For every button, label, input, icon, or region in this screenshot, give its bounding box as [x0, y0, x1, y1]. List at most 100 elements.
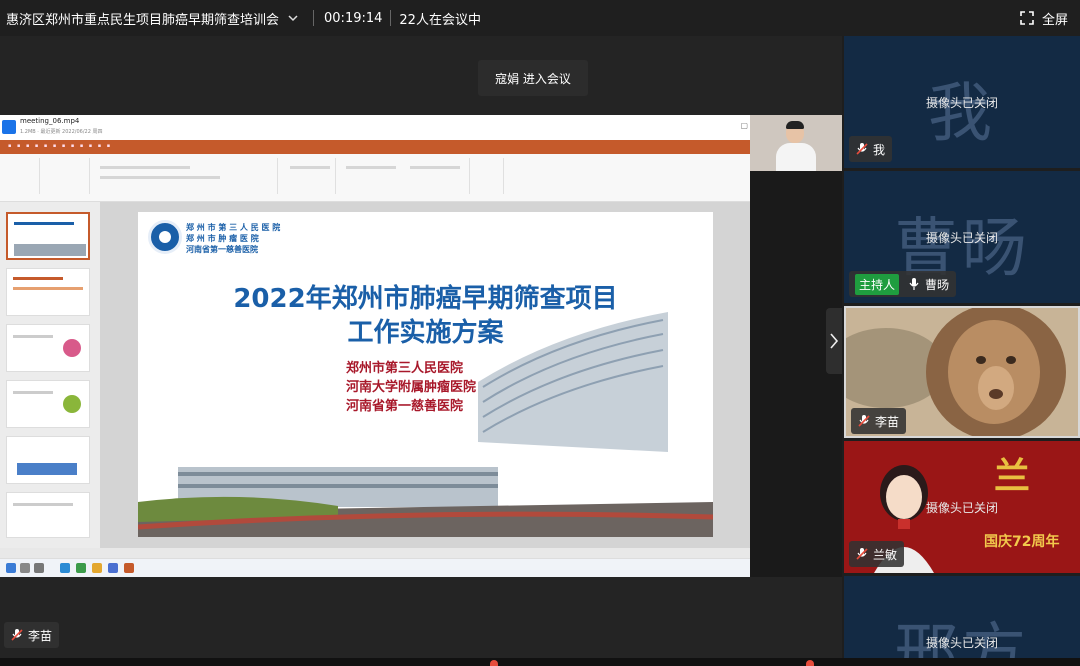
tile-background-text: 国庆72周年	[984, 534, 1060, 550]
chevron-right-icon	[830, 333, 839, 349]
thumb-title	[13, 277, 63, 280]
ppt-ribbon-tabs: ▪ ▪ ▪ ▪ ▪ ▪ ▪ ▪ ▪ ▪ ▪ ▪	[0, 140, 750, 154]
camera-off-label: 摄像头已关闭	[925, 636, 998, 650]
logo-line-1: 郑 州 市 第 三 人 民 医 院	[186, 223, 281, 232]
participant-tile-me[interactable]: 我 摄像头已关闭 我	[844, 36, 1080, 168]
current-slide: 郑 州 市 第 三 人 民 医 院 郑 州 市 肿 瘤 医 院 河南省第一慈善医…	[138, 212, 713, 537]
ribbon-control	[100, 166, 190, 169]
ribbon-group-drawing	[340, 158, 470, 194]
thumb-content	[13, 391, 53, 394]
ribbon-control	[346, 166, 396, 169]
fullscreen-icon	[1020, 11, 1034, 25]
thumb-content	[13, 503, 73, 506]
participant-name-tag: 我	[849, 136, 893, 162]
participant-count[interactable]: 22人在会议中	[399, 9, 481, 28]
stage-speaker-name: 李苗	[28, 628, 53, 643]
screen-share[interactable]: meeting_06.mp4 1.2MB · 最近更新 2022/06/22 周…	[0, 115, 842, 577]
powerpoint-icon	[124, 563, 134, 573]
toolbar-indicator	[490, 660, 498, 666]
windows-taskbar	[0, 558, 750, 577]
mic-muted-icon	[856, 143, 868, 155]
shared-file-meta: 1.2MB · 最近更新 2022/06/22 周四	[20, 129, 103, 135]
divider	[390, 10, 392, 26]
mic-muted-icon	[858, 415, 870, 427]
ribbon-control	[100, 176, 220, 179]
hospital-logo	[148, 220, 182, 254]
ribbon-control	[290, 166, 330, 169]
thumb-chart	[63, 339, 81, 357]
mic-muted-icon	[856, 548, 868, 560]
camera-off-label: 摄像头已关闭	[925, 501, 998, 515]
participant-name-tag: 李苗	[851, 408, 907, 434]
ribbon-group-paragraph	[282, 158, 336, 194]
folder-icon	[92, 563, 102, 573]
meeting-topbar: 惠济区郑州市重点民生项目肺癌早期筛查培训会 00:19:14 22人在会议中 全…	[0, 0, 1080, 36]
ribbon-group-slides	[44, 158, 90, 194]
participant-name: 曹旸	[925, 277, 950, 292]
hospital-logo-text: 郑 州 市 第 三 人 民 医 院 郑 州 市 肿 瘤 医 院 河南省第一慈善医…	[186, 222, 280, 255]
participant-name: 我	[873, 142, 886, 157]
participant-tile[interactable]: 邢方 摄像头已关闭	[844, 576, 1080, 666]
camera-off-label: 摄像头已关闭	[925, 96, 998, 110]
meeting-timer: 00:19:14	[324, 10, 383, 26]
app-icon	[108, 563, 118, 573]
slide-hospital-1: 郑州市第三人民医院	[346, 361, 464, 376]
mic-icon	[909, 278, 919, 290]
chevron-down-icon[interactable]	[287, 12, 299, 24]
participant-name-tag: 兰敏	[849, 541, 905, 567]
slide-hospital-2: 河南大学附属肿瘤医院	[346, 380, 477, 395]
participant-gallery: 我 摄像头已关闭 我 曹旸 摄像头已关闭 主持人 曹旸 李苗 兰 国庆72周年 …	[842, 36, 1080, 666]
slide-thumb[interactable]	[6, 492, 90, 538]
slide-thumb[interactable]	[6, 268, 90, 316]
fullscreen-button[interactable]: 全屏	[1020, 0, 1068, 36]
browser-icon	[60, 563, 70, 573]
slide-thumb[interactable]	[6, 436, 90, 484]
logo-line-2: 郑 州 市 肿 瘤 医 院	[186, 234, 259, 243]
ribbon-control	[410, 166, 460, 169]
participant-name: 李苗	[875, 414, 900, 429]
thumb-title	[14, 222, 74, 225]
join-notification: 寇娟 进入会议	[478, 60, 588, 96]
participant-tile-avatar[interactable]: 兰 国庆72周年 摄像头已关闭 兰敏	[844, 441, 1080, 573]
toggle-gallery-button[interactable]	[826, 308, 842, 374]
powerpoint-window: ▪ ▪ ▪ ▪ ▪ ▪ ▪ ▪ ▪ ▪ ▪ ▪ 郑 州 市 第 三 人 民 医 …	[0, 140, 750, 577]
divider	[313, 10, 315, 26]
main-stage: 寇娟 进入会议 meeting_06.mp4 1.2MB · 最近更新 2022…	[0, 36, 842, 658]
app-icon	[76, 563, 86, 573]
app-logo-icon	[2, 120, 16, 134]
bottom-toolbar-edge	[0, 658, 1080, 666]
taskview-icon	[34, 563, 44, 573]
camera-off-label: 摄像头已关闭	[925, 231, 998, 245]
thumb-content	[13, 335, 53, 338]
presenter-video-thumbnail	[750, 115, 842, 171]
shared-file-name: meeting_06.mp4	[20, 117, 80, 125]
host-badge: 主持人	[855, 273, 900, 295]
ppt-tab-strip: ▪ ▪ ▪ ▪ ▪ ▪ ▪ ▪ ▪ ▪ ▪ ▪	[8, 143, 113, 149]
slide-thumb[interactable]	[6, 212, 90, 260]
shared-window-header: meeting_06.mp4 1.2MB · 最近更新 2022/06/22 周…	[0, 115, 842, 140]
slide-thumbnails	[0, 202, 100, 548]
participant-tile-video[interactable]: 李苗	[844, 306, 1080, 438]
participant-tile-host[interactable]: 曹旸 摄像头已关闭 主持人 曹旸	[844, 171, 1080, 303]
ppt-ribbon	[0, 154, 750, 202]
stage-name-tag: 李苗	[4, 622, 60, 648]
toolbar-indicator	[806, 660, 814, 666]
thumb-chart	[17, 463, 77, 475]
logo-line-3: 河南省第一慈善医院	[186, 245, 258, 254]
tile-avatar-text: 兰	[994, 456, 1031, 497]
ribbon-group-clipboard	[4, 158, 40, 194]
participant-name-tag: 主持人 曹旸	[849, 271, 957, 297]
search-icon	[20, 563, 30, 573]
slide-title-line-2: 工作实施方案	[347, 318, 504, 348]
slide-thumb[interactable]	[6, 380, 90, 428]
slide-thumb[interactable]	[6, 324, 90, 372]
thumb-image	[14, 244, 86, 256]
ppt-status-bar	[0, 548, 750, 558]
thumb-content	[13, 287, 83, 290]
meeting-title[interactable]: 惠济区郑州市重点民生项目肺癌早期筛查培训会	[0, 9, 279, 28]
start-icon	[6, 563, 16, 573]
fullscreen-label: 全屏	[1041, 12, 1068, 28]
slide-title-line-1: 2022年郑州市肺癌早期筛查项目	[233, 284, 618, 314]
mic-muted-icon	[11, 629, 23, 641]
presenter-hair	[786, 121, 804, 129]
